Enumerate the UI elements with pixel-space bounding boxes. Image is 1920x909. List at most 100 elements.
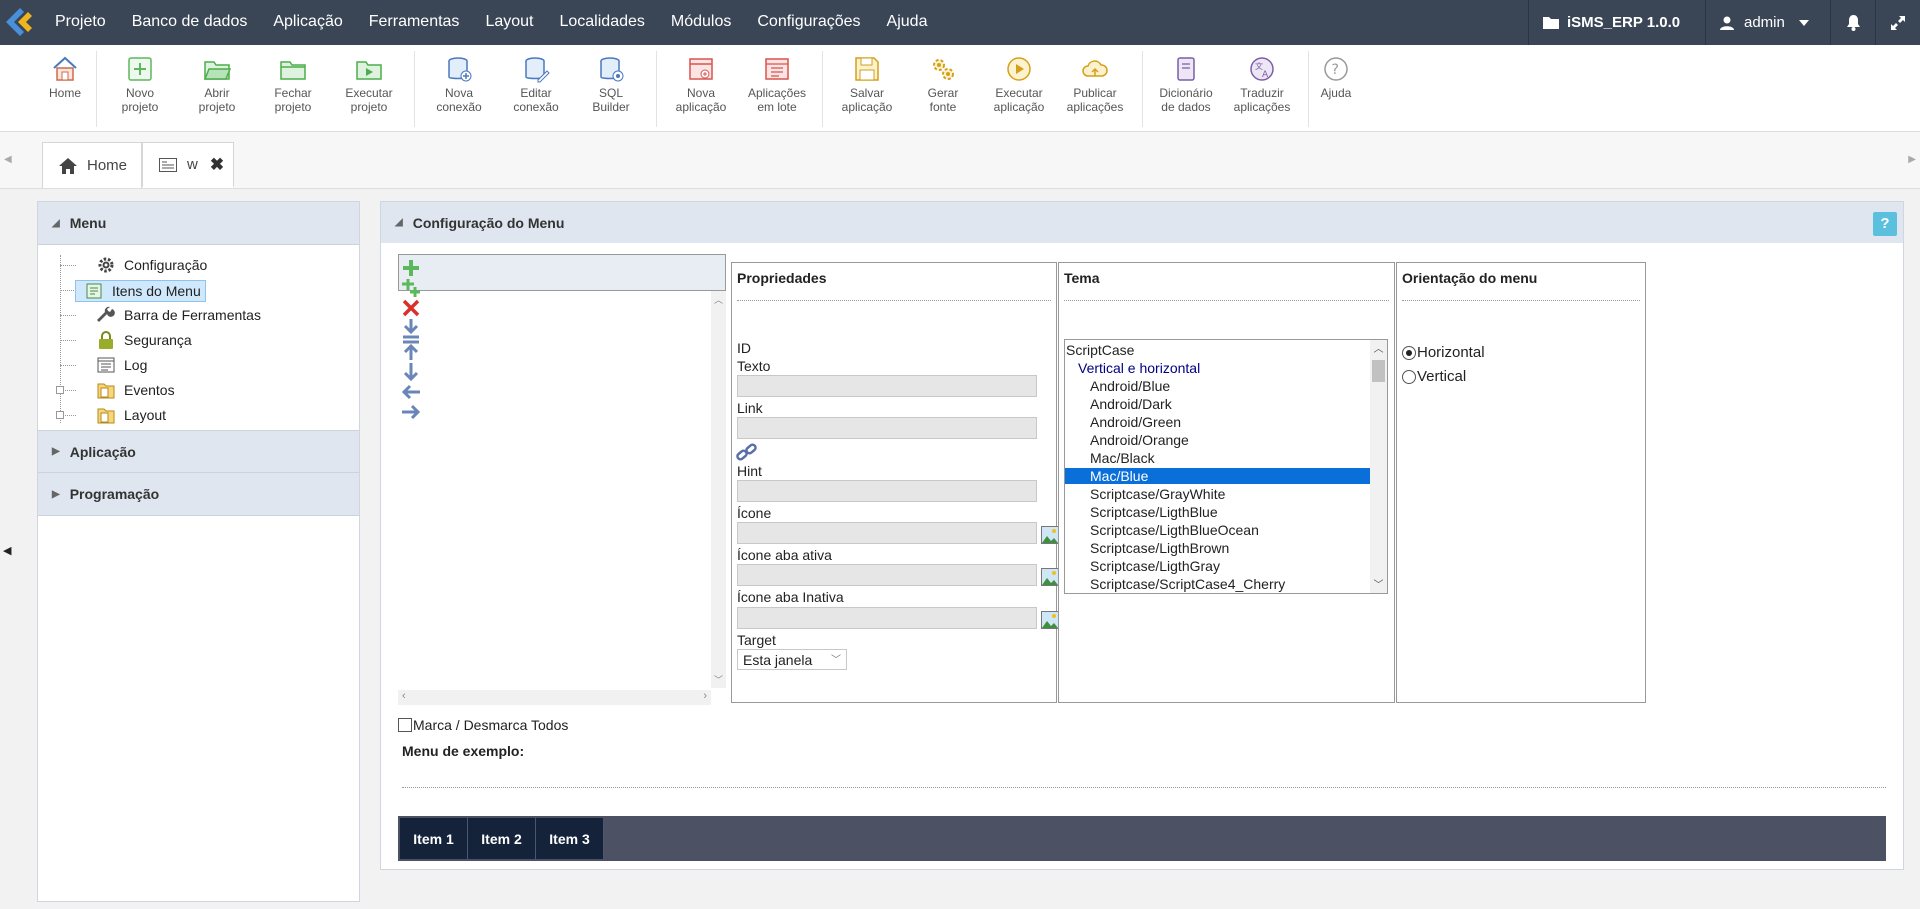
salvar-aplicacao-button[interactable]: Salvar aplicação xyxy=(829,55,905,114)
tree-item-log[interactable]: Log xyxy=(96,355,147,375)
scroll-thumb[interactable] xyxy=(1372,360,1385,382)
sample-menu-item-2[interactable]: Item 2 xyxy=(468,818,536,859)
hint-input[interactable] xyxy=(737,480,1037,502)
items-list-hscrollbar[interactable]: ‹ › xyxy=(398,690,711,705)
delete-item-icon[interactable] xyxy=(401,298,421,318)
theme-list[interactable]: ScriptCase Vertical e horizontal Android… xyxy=(1064,339,1388,594)
tree-item-configuracao[interactable]: Configuração xyxy=(96,255,207,275)
move-down-icon[interactable] xyxy=(401,362,421,382)
menu-ferramentas[interactable]: Ferramentas xyxy=(356,0,473,45)
move-up-icon[interactable] xyxy=(401,340,421,362)
menu-localidades[interactable]: Localidades xyxy=(546,0,657,45)
theme-option[interactable]: Mac/Blue xyxy=(1065,468,1370,484)
aplicacao-section-header[interactable]: ▶ Aplicação xyxy=(38,430,359,473)
add-item-icon[interactable] xyxy=(401,258,421,278)
scroll-down-icon[interactable]: ﹀ xyxy=(1370,576,1387,591)
menu-projeto[interactable]: Projeto xyxy=(42,0,119,45)
ajuda-button[interactable]: ? Ajuda xyxy=(1298,55,1374,100)
move-bottom-icon[interactable] xyxy=(401,318,421,340)
executar-aplicacao-button[interactable]: Executar aplicação xyxy=(981,55,1057,114)
tab-w[interactable]: w ✖ xyxy=(142,142,234,188)
aplicacoes-em-lote-button[interactable]: Aplicações em lote xyxy=(739,55,815,114)
menu-layout[interactable]: Layout xyxy=(472,0,546,45)
icone-input[interactable] xyxy=(737,522,1037,544)
theme-option[interactable]: Scriptcase/LigthBlueOcean xyxy=(1090,522,1259,538)
editar-conexao-button[interactable]: Editar conexão xyxy=(498,55,574,114)
scroll-down-icon[interactable]: ﹀ xyxy=(711,673,726,686)
theme-option[interactable]: Android/Green xyxy=(1090,414,1181,430)
theme-option[interactable]: Android/Orange xyxy=(1090,432,1189,448)
tree-item-eventos[interactable]: Eventos xyxy=(96,380,175,400)
tab-home[interactable]: Home xyxy=(42,142,142,188)
expander-eventos-icon[interactable] xyxy=(56,386,64,394)
expander-layout-icon[interactable] xyxy=(56,411,64,419)
menu-aplicacao[interactable]: Aplicação xyxy=(260,0,355,45)
move-right-icon[interactable] xyxy=(401,402,421,422)
icone-image-picker-icon[interactable] xyxy=(1041,526,1059,544)
icone-inativa-input[interactable] xyxy=(737,607,1037,629)
home-button[interactable]: Home xyxy=(27,55,103,100)
fullscreen-button[interactable] xyxy=(1875,0,1920,45)
nova-aplicacao-button[interactable]: Nova aplicação xyxy=(663,55,739,114)
theme-option[interactable]: Scriptcase/GrayWhite xyxy=(1090,486,1225,502)
tree-item-seguranca[interactable]: Segurança xyxy=(96,330,192,350)
theme-option[interactable]: Mac/Black xyxy=(1090,450,1155,466)
icone-ativa-input[interactable] xyxy=(737,564,1037,586)
theme-option[interactable]: Scriptcase/ScriptCase4_Cherry xyxy=(1090,576,1285,592)
link-chain-icon[interactable] xyxy=(736,443,758,461)
sample-menu-item-3[interactable]: Item 3 xyxy=(536,818,604,859)
notifications-button[interactable] xyxy=(1830,0,1875,45)
nova-conexao-button[interactable]: Nova conexão xyxy=(421,55,497,114)
theme-option[interactable]: Android/Blue xyxy=(1090,378,1170,394)
project-selector[interactable]: iSMS_ERP 1.0.0 xyxy=(1528,0,1705,45)
dicionario-de-dados-button[interactable]: Dicionário de dados xyxy=(1148,55,1224,114)
theme-option[interactable]: Scriptcase/LigthBrown xyxy=(1090,540,1229,556)
sample-menu-item-1[interactable]: Item 1 xyxy=(400,818,468,859)
radio-horizontal[interactable] xyxy=(1402,345,1416,360)
icone-inativa-image-picker-icon[interactable] xyxy=(1041,611,1059,629)
marca-desmarca-todos[interactable]: Marca / Desmarca Todos xyxy=(398,717,568,733)
scroll-up-icon[interactable]: ︿ xyxy=(1370,340,1387,355)
menu-section-header[interactable]: ◢ Menu xyxy=(38,202,359,245)
items-list-scrollbar[interactable]: ︿ ﹀ xyxy=(711,291,726,688)
traduzir-aplicacoes-button[interactable]: 文A Traduzir aplicações xyxy=(1224,55,1300,114)
scroll-up-icon[interactable]: ︿ xyxy=(711,293,726,306)
move-left-icon[interactable] xyxy=(401,382,421,402)
help-button[interactable]: ? xyxy=(1873,212,1897,236)
collapse-sidebar-icon[interactable]: ◀ xyxy=(3,544,11,557)
publicar-aplicacoes-button[interactable]: Publicar aplicações xyxy=(1057,55,1133,114)
programacao-section-header[interactable]: ▶ Programação xyxy=(38,473,359,516)
close-tab-icon[interactable]: ✖ xyxy=(210,155,224,175)
scroll-right-icon[interactable]: › xyxy=(703,690,707,702)
scriptcase-logo[interactable] xyxy=(0,0,40,45)
gerar-fonte-button[interactable]: Gerar fonte xyxy=(905,55,981,114)
tabs-scroll-right-icon[interactable]: ▶ xyxy=(1908,154,1916,165)
fechar-projeto-button[interactable]: Fechar projeto xyxy=(255,55,331,114)
icone-ativa-image-picker-icon[interactable] xyxy=(1041,568,1059,586)
executar-projeto-button[interactable]: Executar projeto xyxy=(331,55,407,114)
texto-input[interactable] xyxy=(737,375,1037,397)
select-all-checkbox[interactable] xyxy=(398,718,412,732)
target-select[interactable]: Esta janela ﹀ xyxy=(737,649,847,670)
theme-option[interactable]: Android/Dark xyxy=(1090,396,1172,412)
radio-vertical[interactable] xyxy=(1402,369,1416,384)
sql-builder-button[interactable]: SQL Builder xyxy=(573,55,649,114)
add-subitem-icon[interactable] xyxy=(401,278,421,298)
tree-item-layout[interactable]: Layout xyxy=(96,405,166,425)
scroll-left-icon[interactable]: ‹ xyxy=(402,690,406,702)
orientation-vertical-option[interactable]: Vertical xyxy=(1402,368,1466,385)
tree-item-itens-do-menu[interactable]: Itens do Menu xyxy=(75,280,206,302)
tree-item-barra-de-ferramentas[interactable]: Barra de Ferramentas xyxy=(96,305,261,325)
link-input[interactable] xyxy=(737,417,1037,439)
novo-projeto-button[interactable]: Novo projeto xyxy=(102,55,178,114)
theme-option[interactable]: Scriptcase/LigthBlue xyxy=(1090,504,1218,520)
theme-scrollbar[interactable]: ︿ ﹀ xyxy=(1370,340,1387,593)
menu-modulos[interactable]: Módulos xyxy=(658,0,744,45)
user-menu[interactable]: admin xyxy=(1705,0,1830,45)
menu-ajuda[interactable]: Ajuda xyxy=(874,0,941,45)
theme-option[interactable]: Scriptcase/LigthGray xyxy=(1090,558,1220,574)
menu-banco-de-dados[interactable]: Banco de dados xyxy=(119,0,261,45)
orientation-horizontal-option[interactable]: Horizontal xyxy=(1402,344,1485,361)
tabs-scroll-left-icon[interactable]: ◀ xyxy=(4,154,12,165)
menu-configuracoes[interactable]: Configurações xyxy=(744,0,873,45)
